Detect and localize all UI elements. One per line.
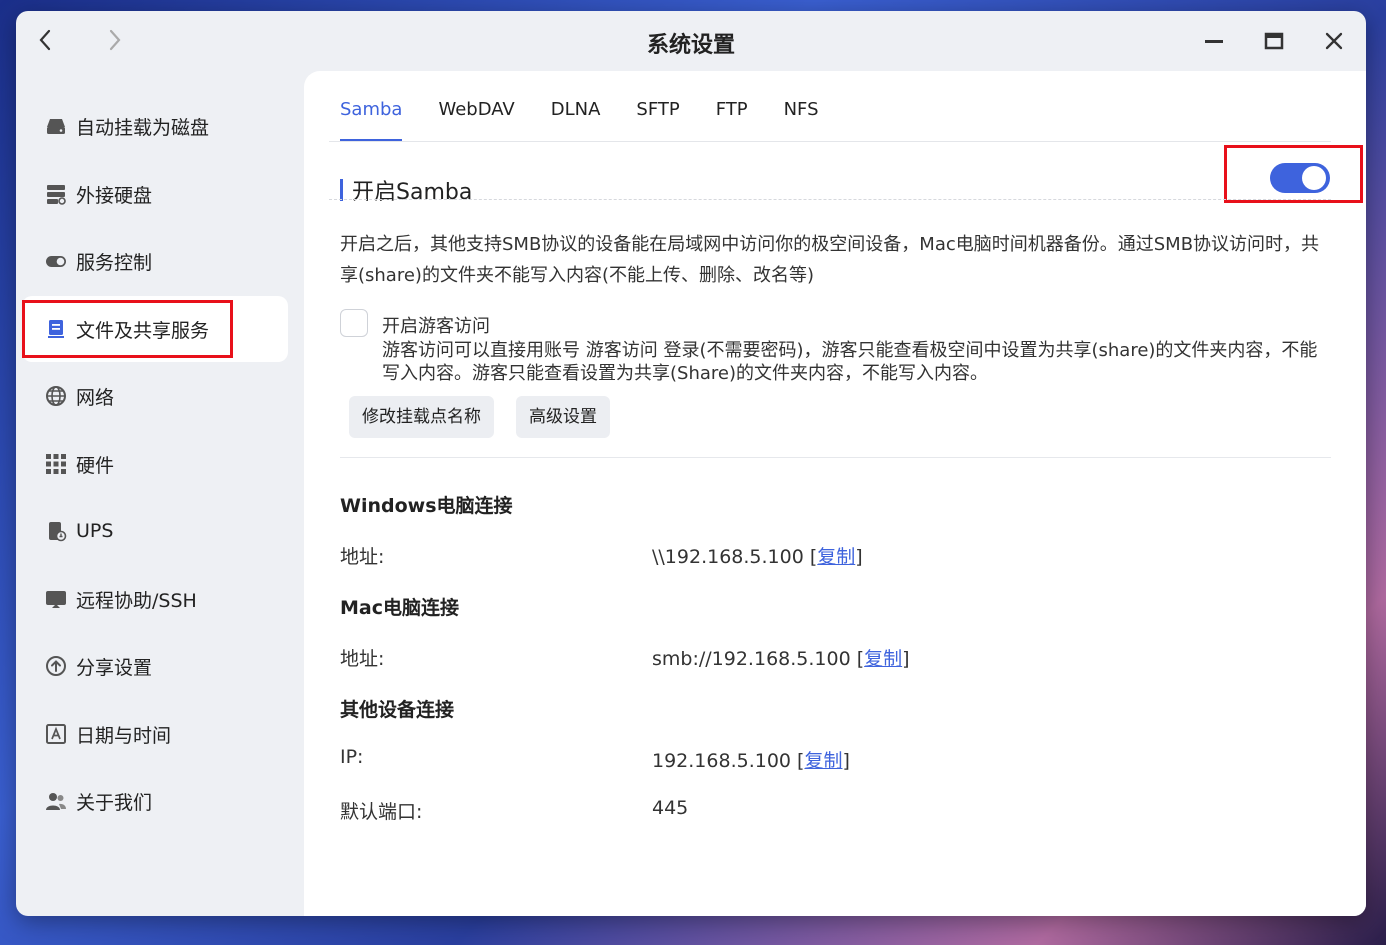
port-value: 445 [652,797,689,819]
ups-icon [45,520,67,542]
tab-webdav[interactable]: WebDAV [438,99,514,141]
samba-description: 开启之后，其他支持SMB协议的设备能在局域网中访问你的极空间设备，Mac电脑时间… [340,234,1320,286]
copy-ip-link[interactable]: 复制 [804,750,842,772]
sidebar-item-remote-ssh[interactable]: 远程协助/SSH [22,566,288,632]
ip-value: 192.168.5.100 [复制] [652,750,850,772]
advanced-settings-button[interactable]: 高级设置 [516,396,610,438]
sidebar-item-label: 远程协助/SSH [76,589,197,612]
tab-sftp[interactable]: SFTP [636,99,679,141]
sidebar-item-label: 文件及共享服务 [76,319,210,342]
tab-ftp[interactable]: FTP [716,99,748,141]
file-share-icon [45,318,67,340]
calendar-icon [45,723,67,745]
share-upload-icon [45,655,67,677]
guest-access-label: 开启游客访问 [382,316,490,337]
globe-icon [45,385,67,407]
sidebar-item-label: 关于我们 [76,791,153,814]
windows-address: \\192.168.5.100 [652,546,804,568]
tab-dlna[interactable]: DLNA [551,99,601,141]
other-connection-title: 其他设备连接 [340,699,455,721]
sidebar-item-hardware[interactable]: 硬件 [22,431,288,497]
title-bar: 系统设置 [16,11,1366,71]
mac-address-value: smb://192.168.5.100 [复制] [652,648,910,670]
content-panel: Samba WebDAV DLNA SFTP FTP NFS 开启Samba 开… [304,71,1366,916]
guest-access-description: 游客访问可以直接用账号 游客访问 登录(不需要密码)，游客只能查看极空间中设置为… [382,340,1318,384]
mac-address: smb://192.168.5.100 [652,648,851,670]
mac-connection-title: Mac电脑连接 [340,597,459,619]
window-title: 系统设置 [646,33,735,58]
samba-enable-label: 开启Samba [352,180,473,205]
external-drive-icon [45,183,67,205]
sidebar-item-label: 外接硬盘 [76,184,153,207]
tab-divider [329,141,1331,142]
ip-label: IP: [340,746,364,768]
tab-nfs[interactable]: NFS [784,99,819,141]
close-icon [1325,32,1343,50]
section-accent-bar [340,179,343,201]
section-divider [340,457,1331,458]
grid-icon [45,453,67,475]
sidebar-item-service-control[interactable]: 服务控制 [22,228,288,294]
minimize-button[interactable] [1199,26,1229,56]
windows-address-label: 地址: [340,546,385,568]
sidebar-item-label: 自动挂载为磁盘 [76,116,210,139]
copy-mac-link[interactable]: 复制 [864,648,902,670]
maximize-button[interactable] [1259,26,1289,56]
sidebar-item-file-share[interactable]: 文件及共享服务 [22,296,288,362]
copy-windows-link[interactable]: 复制 [817,546,855,568]
sidebar-item-label: 硬件 [76,454,115,477]
sidebar: 自动挂载为磁盘 外接硬盘 服务控制 文件及共享服务 网络 硬件 UPS 远程协助… [16,71,304,916]
close-button[interactable] [1319,26,1349,56]
sidebar-item-label: 分享设置 [76,656,153,679]
sidebar-item-label: UPS [76,520,114,542]
sidebar-item-date-time[interactable]: 日期与时间 [22,701,288,767]
guest-access-checkbox[interactable] [340,309,368,337]
windows-connection-title: Windows电脑连接 [340,495,513,517]
maximize-icon [1264,32,1284,50]
tab-samba[interactable]: Samba [340,99,403,142]
samba-enable-toggle[interactable] [1270,163,1330,193]
sidebar-item-about[interactable]: 关于我们 [22,768,288,834]
toggle-icon [45,250,67,272]
rename-mount-button[interactable]: 修改挂载点名称 [349,396,494,438]
windows-address-value: \\192.168.5.100 [复制] [652,546,863,568]
sidebar-item-label: 服务控制 [76,251,153,274]
tab-bar: Samba WebDAV DLNA SFTP FTP NFS [340,99,855,142]
mac-address-label: 地址: [340,648,385,670]
sidebar-item-external-drive[interactable]: 外接硬盘 [22,161,288,227]
samba-section-header: 开启Samba [340,174,472,206]
sidebar-item-label: 日期与时间 [76,724,172,747]
settings-window: 系统设置 自动挂载为磁盘 外接硬盘 服务控制 文件及共享服务 网络 硬件 UPS… [16,11,1366,916]
sidebar-item-network[interactable]: 网络 [22,363,288,429]
sidebar-item-auto-mount[interactable]: 自动挂载为磁盘 [22,93,288,159]
monitor-icon [45,588,67,610]
sidebar-item-share-settings[interactable]: 分享设置 [22,633,288,699]
users-icon [45,790,67,812]
toggle-knob [1302,166,1326,190]
sidebar-item-label: 网络 [76,386,115,409]
minimize-icon [1205,40,1223,43]
ip-address: 192.168.5.100 [652,750,792,772]
sidebar-item-ups[interactable]: UPS [22,498,288,564]
section-divider [329,199,1331,200]
disk-drive-icon [45,115,67,137]
port-label: 默认端口: [340,801,423,823]
